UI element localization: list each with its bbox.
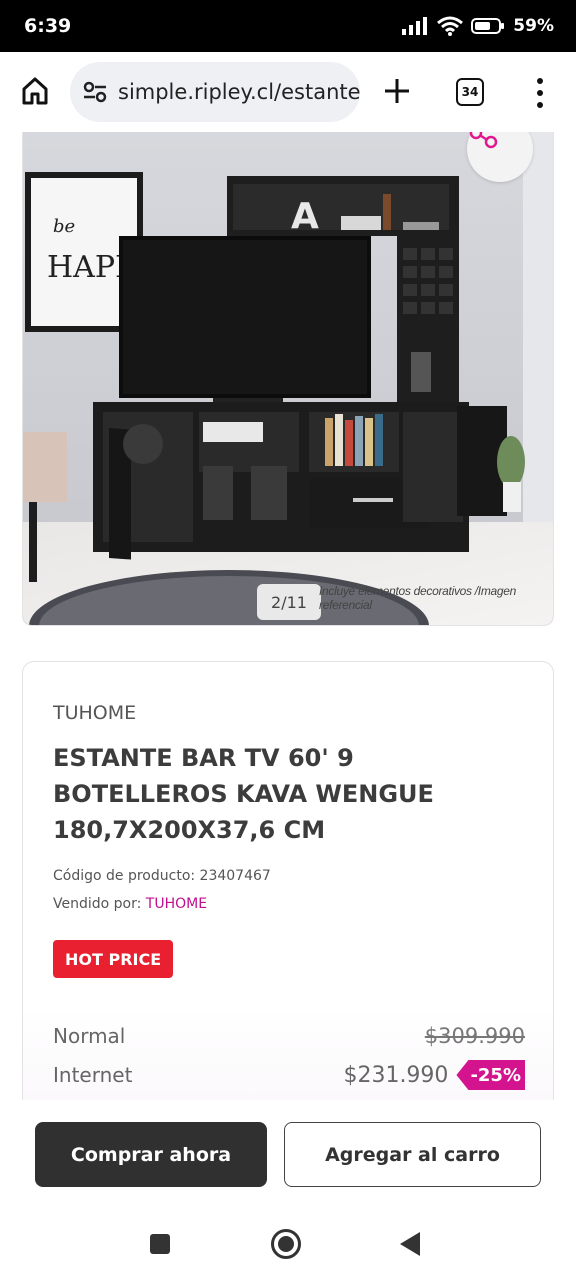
- normal-price-row: Normal $309.990: [53, 1024, 525, 1048]
- tab-count: 34: [461, 85, 479, 99]
- internet-price-label: Internet: [53, 1063, 133, 1087]
- signal-icon: [402, 17, 428, 35]
- wifi-icon: [437, 16, 464, 36]
- image-counter: 2/11: [257, 584, 321, 620]
- internet-price-value: $231.990: [343, 1062, 449, 1088]
- discount-badge: -25%: [456, 1060, 525, 1090]
- normal-price-label: Normal: [53, 1024, 126, 1048]
- internet-price-row: Internet $231.990 -25%: [53, 1060, 525, 1090]
- image-caption: Incluye elementos decorativos /Imagen re…: [319, 584, 517, 612]
- share-icon: [469, 132, 498, 149]
- battery-percentage: 59%: [513, 16, 554, 36]
- home-button[interactable]: [18, 74, 52, 108]
- home-icon: [22, 77, 48, 105]
- product-code: Código de producto: 23407467: [53, 868, 271, 884]
- seller-link[interactable]: TUHOME: [146, 896, 207, 912]
- add-to-cart-button[interactable]: Agregar al carro: [284, 1122, 541, 1187]
- battery-icon: [471, 18, 505, 34]
- hot-price-badge: HOT PRICE: [53, 940, 174, 978]
- action-bar: Comprar ahora Agregar al carro: [0, 1100, 576, 1210]
- url-text: simple.ripley.cl/estante: [118, 80, 360, 104]
- back-button[interactable]: [400, 1232, 420, 1256]
- product-title: ESTANTE BAR TV 60' 9 BOTELLEROS KAVA WEN…: [53, 744, 434, 844]
- buy-now-button[interactable]: Comprar ahora: [35, 1122, 267, 1187]
- address-bar[interactable]: simple.ripley.cl/estante: [70, 62, 360, 122]
- tabs-button[interactable]: 34: [456, 78, 484, 106]
- product-image-gallery[interactable]: be HAPPY A 2/11 Incluye elementos decora…: [22, 132, 554, 626]
- plus-icon[interactable]: [382, 76, 412, 106]
- decor-letter: A: [291, 196, 319, 237]
- status-time: 6:39: [24, 15, 72, 37]
- status-bar: 6:39 59%: [0, 0, 576, 52]
- home-nav-button[interactable]: [271, 1229, 301, 1259]
- product-info-card: TUHOME ESTANTE BAR TV 60' 9 BOTELLEROS K…: [22, 661, 554, 1121]
- site-settings-icon[interactable]: [82, 79, 108, 105]
- more-vert-icon[interactable]: [532, 78, 548, 108]
- product-image: be HAPPY A: [23, 132, 553, 625]
- browser-toolbar: simple.ripley.cl/estante 34: [0, 52, 576, 132]
- status-icons: 59%: [401, 16, 554, 36]
- sold-by: Vendido por: TUHOME: [53, 896, 207, 912]
- recents-button[interactable]: [150, 1234, 170, 1254]
- sold-by-label: Vendido por:: [53, 896, 146, 912]
- system-nav-bar: [0, 1210, 576, 1280]
- poster-text-be: be: [53, 216, 75, 237]
- normal-price-value: $309.990: [424, 1024, 525, 1048]
- product-brand[interactable]: TUHOME: [53, 702, 136, 724]
